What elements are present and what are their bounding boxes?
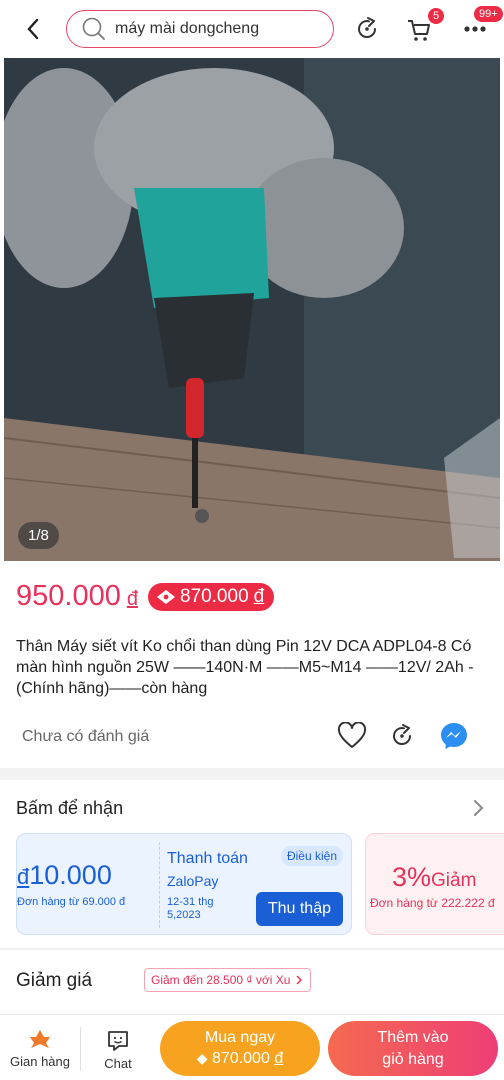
back-icon[interactable] bbox=[20, 15, 46, 43]
rating-text: Chưa có đánh giá bbox=[22, 728, 150, 745]
share-icon[interactable] bbox=[352, 14, 382, 44]
bottom-action-bar: Gian hàng Chat Mua ngay ◆ 870.000 đ Thêm… bbox=[0, 1014, 504, 1080]
chat-button[interactable]: Chat bbox=[90, 1029, 146, 1071]
voucher-percent: 3%Giảm bbox=[392, 862, 477, 892]
voucher-divider bbox=[159, 842, 160, 928]
messenger-icon[interactable] bbox=[438, 720, 470, 752]
discount-row: Giảm giá Giảm đến 28.500 ₫ với Xu bbox=[16, 966, 488, 996]
more-icon[interactable]: 99+ bbox=[460, 6, 503, 44]
collect-button[interactable]: Thu thập bbox=[255, 892, 343, 926]
voucher-icon bbox=[156, 589, 175, 604]
search-input[interactable]: máy mài dongcheng bbox=[115, 20, 259, 38]
image-pager: 1/8 bbox=[18, 522, 59, 549]
discount-title: Giảm giá bbox=[16, 970, 93, 991]
section-divider bbox=[0, 948, 504, 950]
voucher-name: Thanh toán ZaloPay bbox=[167, 850, 248, 889]
buy-now-button[interactable]: Mua ngay ◆ 870.000 đ bbox=[160, 1021, 320, 1076]
more-badge: 99+ bbox=[474, 6, 503, 22]
add-to-cart-button[interactable]: Thêm vào giỏ hàng bbox=[328, 1021, 498, 1076]
share-icon[interactable] bbox=[386, 720, 418, 752]
store-icon bbox=[30, 1030, 50, 1048]
store-button[interactable]: Gian hàng bbox=[8, 1029, 72, 1069]
voucher-min-order: Đơn hàng từ 69.000 đ bbox=[17, 896, 126, 908]
cart-icon[interactable]: 5 bbox=[404, 8, 445, 44]
top-bar: máy mài dongcheng 5 99+ bbox=[0, 0, 504, 58]
search-bar[interactable]: máy mài dongcheng bbox=[66, 10, 334, 48]
condition-badge[interactable]: Điều kiện bbox=[280, 846, 343, 866]
product-image[interactable]: 1/8 bbox=[4, 58, 500, 561]
chat-icon bbox=[108, 1031, 128, 1051]
claim-title: Bấm để nhận bbox=[16, 798, 124, 818]
zalopay-voucher: đ10.000 Đơn hàng từ 69.000 đ Thanh toán Z… bbox=[16, 833, 352, 935]
voucher-min-order: Đơn hàng từ 222.222 đ bbox=[370, 896, 495, 910]
heart-icon[interactable] bbox=[336, 720, 368, 752]
section-divider bbox=[0, 768, 504, 780]
product-title: Thân Máy siết vít Ko chổi than dùng Pin … bbox=[16, 638, 474, 697]
chevron-right-icon bbox=[296, 975, 303, 985]
original-price: 950.000 đ bbox=[16, 580, 138, 612]
voucher-amount: đ10.000 bbox=[17, 860, 112, 890]
price-row: 950.000 đ 870.000 đ bbox=[16, 580, 275, 613]
percent-voucher[interactable]: 3%Giảm Đơn hàng từ 222.222 đ bbox=[365, 833, 504, 935]
coin-discount-tag[interactable]: Giảm đến 28.500 ₫ với Xu bbox=[144, 968, 312, 992]
voucher-price-tag[interactable]: 870.000 đ bbox=[147, 582, 275, 611]
voucher-date: 12-31 thg 5,2023 bbox=[167, 896, 214, 921]
rating-row: Chưa có đánh giá bbox=[22, 720, 488, 754]
chevron-right-icon[interactable] bbox=[468, 798, 488, 818]
bottom-divider bbox=[80, 1027, 81, 1071]
search-icon bbox=[81, 16, 107, 42]
cart-badge: 5 bbox=[428, 8, 445, 24]
